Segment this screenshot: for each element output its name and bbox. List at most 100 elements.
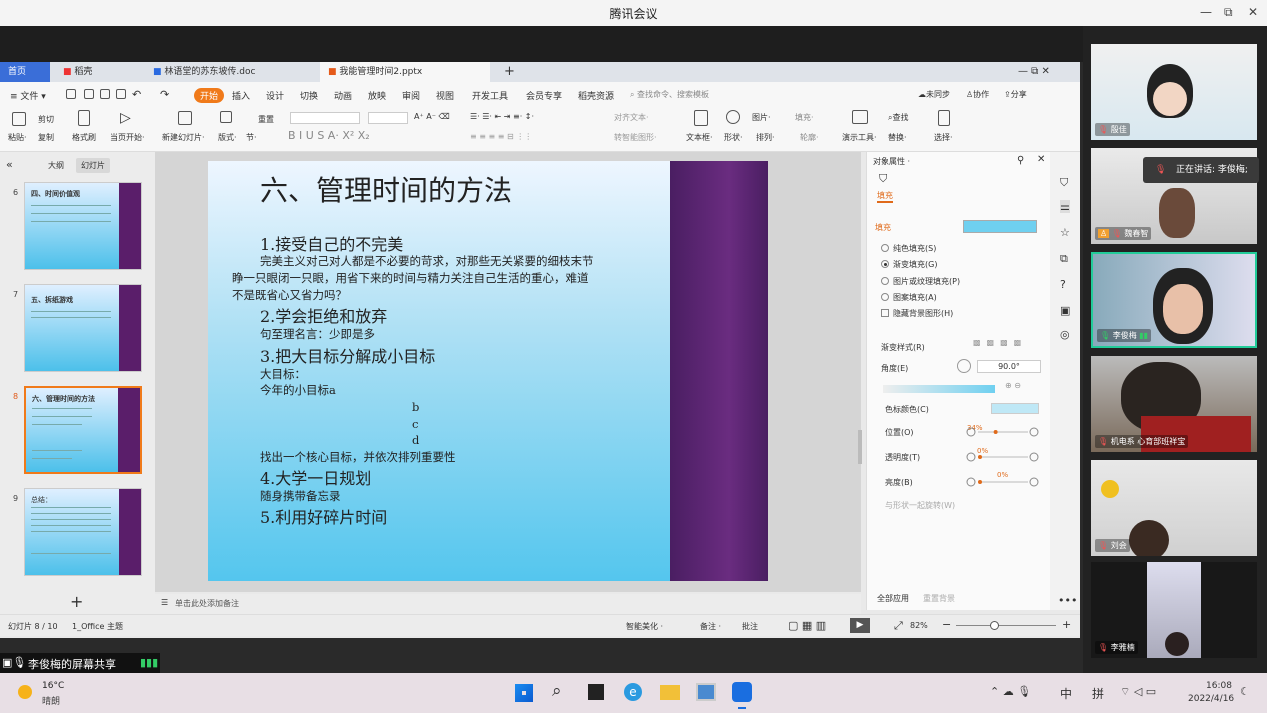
- weather-desc[interactable]: 晴朗: [42, 694, 60, 707]
- fill-bucket-icon[interactable]: ⛉: [879, 172, 887, 186]
- more-icon[interactable]: •••: [1058, 594, 1077, 607]
- arrange-button[interactable]: 排列·: [756, 132, 775, 143]
- paste-icon[interactable]: [12, 112, 26, 126]
- zoom-slider-thumb[interactable]: [990, 621, 999, 630]
- paragraph-icons[interactable]: ≡ ≡ ≡ ≡ ⊟ ⋮⋮: [470, 132, 532, 141]
- menu-docer-resources[interactable]: 稻壳资源: [578, 89, 614, 102]
- taskview-icon[interactable]: [588, 684, 604, 700]
- zoom-out-button[interactable]: −: [942, 618, 951, 631]
- tab-outline[interactable]: 大纲: [48, 160, 64, 171]
- font-family-select[interactable]: [290, 112, 360, 124]
- format-painter-button[interactable]: 格式刷: [72, 132, 96, 143]
- smart-beautify-button[interactable]: 智能美化 ·: [626, 621, 663, 632]
- notes-bar[interactable]: ☰ 单击此处添加备注: [155, 594, 861, 614]
- tab-docer[interactable]: ■ 稻壳: [55, 62, 135, 82]
- comments-button[interactable]: 批注: [742, 621, 758, 632]
- photos-icon[interactable]: [696, 683, 716, 701]
- close-button[interactable]: ✕: [1248, 5, 1258, 19]
- zoom-in-button[interactable]: +: [1062, 618, 1071, 631]
- gradient-bar[interactable]: [883, 385, 995, 393]
- menu-start[interactable]: 开始: [194, 88, 225, 103]
- font-size-select[interactable]: [368, 112, 408, 124]
- new-slide-icon[interactable]: [178, 111, 192, 125]
- select-icon[interactable]: [938, 110, 950, 126]
- tab-pptx[interactable]: ■ 我能管理时间2.pptx: [320, 62, 490, 82]
- list-icon[interactable]: ☰· ☰· ⇤ ⇥ ≡· ↕·: [470, 112, 534, 121]
- participant-tile[interactable]: 🎙 机电系 心育部班祥宝: [1091, 356, 1257, 452]
- layout-icon[interactable]: [220, 111, 232, 123]
- search-icon[interactable]: ⌕: [552, 681, 562, 701]
- file-explorer-icon[interactable]: [660, 685, 680, 700]
- collapse-panel-icon[interactable]: «: [6, 158, 13, 171]
- tab-fill[interactable]: 填充: [877, 190, 893, 203]
- zoom-level[interactable]: 82%: [910, 621, 928, 630]
- help-icon[interactable]: ?: [1060, 278, 1066, 291]
- clock-date[interactable]: 2022/4/16: [1188, 694, 1234, 704]
- star-icon[interactable]: ☆: [1060, 226, 1070, 239]
- redo-icon[interactable]: ↷: [160, 88, 169, 101]
- weather-temp[interactable]: 16°C: [42, 681, 64, 691]
- location-icon[interactable]: ◎: [1060, 328, 1070, 341]
- cut-button[interactable]: 剪切: [38, 114, 54, 125]
- shape-button[interactable]: 形状·: [724, 132, 743, 143]
- edge-icon[interactable]: e: [624, 683, 642, 701]
- copy-button[interactable]: 复制: [38, 132, 54, 143]
- tab-doc[interactable]: ■ 林语堂的苏东坡传.doc: [145, 62, 305, 82]
- tab-home[interactable]: 首页: [0, 62, 50, 82]
- vertical-scrollbar[interactable]: [858, 430, 862, 464]
- zoom-slider[interactable]: [956, 625, 1056, 626]
- save-icon[interactable]: [66, 89, 76, 99]
- brightness-slider[interactable]: [966, 477, 1039, 487]
- tray-icons[interactable]: ⌃ ☁ 🎙: [990, 685, 1031, 698]
- align-text-button[interactable]: 对齐文本·: [614, 112, 649, 123]
- view-mode-icons[interactable]: ▢ ▦ ▥: [788, 619, 826, 632]
- find-button[interactable]: ⌕查找: [888, 112, 908, 123]
- menu-member[interactable]: 会员专享: [526, 89, 562, 102]
- participant-tile[interactable]: 🎙 殷佳: [1091, 44, 1257, 140]
- menu-view[interactable]: 视图: [436, 89, 454, 102]
- slide-thumbnail[interactable]: 四、时间价值观: [24, 182, 142, 270]
- transparency-slider[interactable]: [966, 452, 1039, 462]
- print-icon[interactable]: [100, 89, 110, 99]
- reset-bg-button[interactable]: 重置背景: [923, 593, 955, 604]
- presentation-tools-button[interactable]: 演示工具·: [842, 132, 877, 143]
- notification-icon[interactable]: ☾: [1240, 685, 1250, 698]
- radio-pattern-fill[interactable]: [881, 293, 889, 301]
- participant-tile[interactable]: 🎙 刘会: [1091, 460, 1257, 556]
- windows-start-icon[interactable]: [515, 684, 533, 702]
- fill-button[interactable]: 填充·: [795, 112, 814, 123]
- section-button[interactable]: 节·: [246, 132, 257, 143]
- sync-status[interactable]: ☁未同步: [918, 89, 950, 100]
- gradient-style-icons[interactable]: ▩▩▩▩: [973, 338, 1027, 347]
- new-slide-button[interactable]: 新建幻灯片·: [162, 132, 205, 143]
- fit-icon[interactable]: ⤢: [894, 619, 903, 633]
- current-slide[interactable]: 六、管理时间的方法 1.接受自己的不完美 完美主义对己对人都是不必要的苛求，对那…: [208, 161, 768, 581]
- radio-solid-fill[interactable]: [881, 244, 889, 252]
- play-slideshow-button[interactable]: ▶: [850, 618, 870, 633]
- slide-thumbnail-active[interactable]: 六、管理时间的方法: [24, 386, 142, 474]
- menu-insert[interactable]: 插入: [232, 89, 250, 102]
- menu-design[interactable]: 设计: [266, 89, 284, 102]
- fill-color-dropdown[interactable]: [963, 220, 1037, 233]
- copy-icon[interactable]: ⧉: [1060, 252, 1068, 266]
- add-slide-button[interactable]: +: [70, 592, 83, 611]
- hide-bg-checkbox[interactable]: [881, 309, 889, 317]
- ime-mode[interactable]: 中: [1060, 685, 1072, 702]
- menu-transition[interactable]: 切换: [300, 89, 318, 102]
- menu-slideshow[interactable]: 放映: [368, 89, 386, 102]
- radio-gradient-fill[interactable]: [881, 260, 889, 268]
- menu-animation[interactable]: 动画: [334, 89, 352, 102]
- props-sliders[interactable]: [966, 425, 1050, 489]
- apply-all-button[interactable]: 全部应用: [877, 593, 909, 604]
- replace-button[interactable]: 替换·: [888, 132, 907, 143]
- picture-button[interactable]: 图片·: [752, 112, 771, 123]
- undo-icon[interactable]: ↶: [132, 88, 141, 101]
- format-painter-icon[interactable]: [78, 110, 90, 126]
- tab-slides[interactable]: 幻灯片: [76, 158, 110, 173]
- collaborate-button[interactable]: ♙协作: [966, 89, 989, 100]
- notes-toggle-button[interactable]: 备注 ·: [700, 621, 721, 632]
- select-button[interactable]: 选择·: [934, 132, 953, 143]
- network-volume-icons[interactable]: ⌔ ◁ ▭: [1120, 685, 1156, 699]
- menu-developer[interactable]: 开发工具: [472, 89, 508, 102]
- preview-icon[interactable]: [116, 89, 126, 99]
